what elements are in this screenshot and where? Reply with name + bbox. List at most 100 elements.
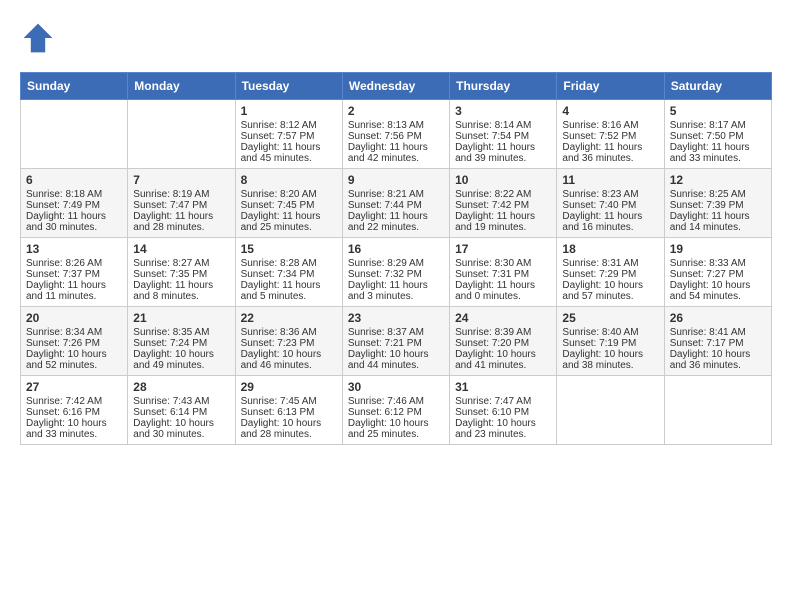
sunrise-text: Sunrise: 8:35 AM [133,327,229,338]
calendar-cell: 27Sunrise: 7:42 AMSunset: 6:16 PMDayligh… [21,376,128,445]
sunrise-text: Sunrise: 8:41 AM [670,327,766,338]
sunset-text: Sunset: 7:56 PM [348,131,444,142]
day-number: 13 [26,242,122,256]
sunrise-text: Sunrise: 8:13 AM [348,120,444,131]
sunset-text: Sunset: 7:32 PM [348,269,444,280]
sunset-text: Sunset: 7:49 PM [26,200,122,211]
calendar-cell: 8Sunrise: 8:20 AMSunset: 7:45 PMDaylight… [235,169,342,238]
day-number: 31 [455,380,551,394]
sunset-text: Sunset: 7:57 PM [241,131,337,142]
daylight-text: Daylight: 11 hours and 16 minutes. [562,211,658,233]
day-number: 23 [348,311,444,325]
calendar-cell: 15Sunrise: 8:28 AMSunset: 7:34 PMDayligh… [235,238,342,307]
calendar-cell: 11Sunrise: 8:23 AMSunset: 7:40 PMDayligh… [557,169,664,238]
day-number: 8 [241,173,337,187]
calendar-cell: 5Sunrise: 8:17 AMSunset: 7:50 PMDaylight… [664,100,771,169]
sunset-text: Sunset: 6:16 PM [26,407,122,418]
calendar-cell [128,100,235,169]
sunrise-text: Sunrise: 8:25 AM [670,189,766,200]
calendar-cell: 10Sunrise: 8:22 AMSunset: 7:42 PMDayligh… [450,169,557,238]
day-number: 26 [670,311,766,325]
calendar-cell: 25Sunrise: 8:40 AMSunset: 7:19 PMDayligh… [557,307,664,376]
sunset-text: Sunset: 6:12 PM [348,407,444,418]
calendar-cell: 17Sunrise: 8:30 AMSunset: 7:31 PMDayligh… [450,238,557,307]
sunrise-text: Sunrise: 8:29 AM [348,258,444,269]
sunrise-text: Sunrise: 8:21 AM [348,189,444,200]
weekday-header-tuesday: Tuesday [235,73,342,100]
sunrise-text: Sunrise: 8:22 AM [455,189,551,200]
calendar-cell [664,376,771,445]
calendar-cell: 14Sunrise: 8:27 AMSunset: 7:35 PMDayligh… [128,238,235,307]
day-number: 16 [348,242,444,256]
calendar-cell: 3Sunrise: 8:14 AMSunset: 7:54 PMDaylight… [450,100,557,169]
sunrise-text: Sunrise: 8:23 AM [562,189,658,200]
day-number: 10 [455,173,551,187]
day-number: 3 [455,104,551,118]
daylight-text: Daylight: 10 hours and 49 minutes. [133,349,229,371]
sunrise-text: Sunrise: 7:47 AM [455,396,551,407]
day-number: 24 [455,311,551,325]
day-number: 20 [26,311,122,325]
calendar-cell: 2 Sunrise: 8:13 AMSunset: 7:56 PMDaylight… [342,100,449,169]
daylight-text: Daylight: 11 hours and 0 minutes. [455,280,551,302]
daylight-text: Daylight: 11 hours and 28 minutes. [133,211,229,233]
day-number: 6 [26,173,122,187]
sunrise-text: Sunrise: 8:40 AM [562,327,658,338]
weekday-header-friday: Friday [557,73,664,100]
day-number: 29 [241,380,337,394]
calendar-cell: 24Sunrise: 8:39 AMSunset: 7:20 PMDayligh… [450,307,557,376]
weekday-header-row: SundayMondayTuesdayWednesdayThursdayFrid… [21,73,772,100]
sunset-text: Sunset: 7:42 PM [455,200,551,211]
sunset-text: Sunset: 7:50 PM [670,131,766,142]
daylight-text: Daylight: 11 hours and 22 minutes. [348,211,444,233]
sunrise-text: Sunrise: 8:18 AM [26,189,122,200]
daylight-text: Daylight: 11 hours and 45 minutes. [241,142,337,164]
sunrise-text: Sunrise: 8:20 AM [241,189,337,200]
sunrise-text: Sunrise: 8:37 AM [348,327,444,338]
daylight-text: Daylight: 11 hours and 3 minutes. [348,280,444,302]
sunrise-text: Sunrise: 8:36 AM [241,327,337,338]
sunrise-text: Sunrise: 8:28 AM [241,258,337,269]
calendar-cell [557,376,664,445]
day-number: 17 [455,242,551,256]
day-number: 18 [562,242,658,256]
sunset-text: Sunset: 6:10 PM [455,407,551,418]
daylight-text: Daylight: 11 hours and 42 minutes. [348,142,444,164]
sunrise-text: Sunrise: 8:33 AM [670,258,766,269]
sunrise-text: Sunrise: 8:12 AM [241,120,337,131]
weekday-header-wednesday: Wednesday [342,73,449,100]
day-number: 15 [241,242,337,256]
calendar-cell: 18Sunrise: 8:31 AMSunset: 7:29 PMDayligh… [557,238,664,307]
weekday-header-sunday: Sunday [21,73,128,100]
daylight-text: Daylight: 10 hours and 46 minutes. [241,349,337,371]
daylight-text: Daylight: 11 hours and 39 minutes. [455,142,551,164]
daylight-text: Daylight: 10 hours and 41 minutes. [455,349,551,371]
sunset-text: Sunset: 7:26 PM [26,338,122,349]
weekday-header-thursday: Thursday [450,73,557,100]
day-number: 9 [348,173,444,187]
sunset-text: Sunset: 7:52 PM [562,131,658,142]
calendar-week-row: 27Sunrise: 7:42 AMSunset: 6:16 PMDayligh… [21,376,772,445]
daylight-text: Daylight: 11 hours and 5 minutes. [241,280,337,302]
daylight-text: Daylight: 10 hours and 54 minutes. [670,280,766,302]
daylight-text: Daylight: 11 hours and 11 minutes. [26,280,122,302]
sunrise-text: Sunrise: 8:34 AM [26,327,122,338]
daylight-text: Daylight: 10 hours and 28 minutes. [241,418,337,440]
daylight-text: Daylight: 11 hours and 30 minutes. [26,211,122,233]
daylight-text: Daylight: 10 hours and 57 minutes. [562,280,658,302]
daylight-text: Daylight: 10 hours and 52 minutes. [26,349,122,371]
calendar-week-row: 13Sunrise: 8:26 AMSunset: 7:37 PMDayligh… [21,238,772,307]
daylight-text: Daylight: 10 hours and 44 minutes. [348,349,444,371]
calendar-cell: 30Sunrise: 7:46 AMSunset: 6:12 PMDayligh… [342,376,449,445]
logo [20,20,60,56]
daylight-text: Daylight: 11 hours and 33 minutes. [670,142,766,164]
calendar-cell: 1Sunrise: 8:12 AMSunset: 7:57 PMDaylight… [235,100,342,169]
calendar-cell: 9 Sunrise: 8:21 AMSunset: 7:44 PMDaylight… [342,169,449,238]
sunrise-text: Sunrise: 7:45 AM [241,396,337,407]
sunrise-text: Sunrise: 8:16 AM [562,120,658,131]
day-number: 2 [348,104,444,118]
daylight-text: Daylight: 10 hours and 36 minutes. [670,349,766,371]
sunset-text: Sunset: 7:44 PM [348,200,444,211]
calendar-week-row: 1Sunrise: 8:12 AMSunset: 7:57 PMDaylight… [21,100,772,169]
day-number: 14 [133,242,229,256]
